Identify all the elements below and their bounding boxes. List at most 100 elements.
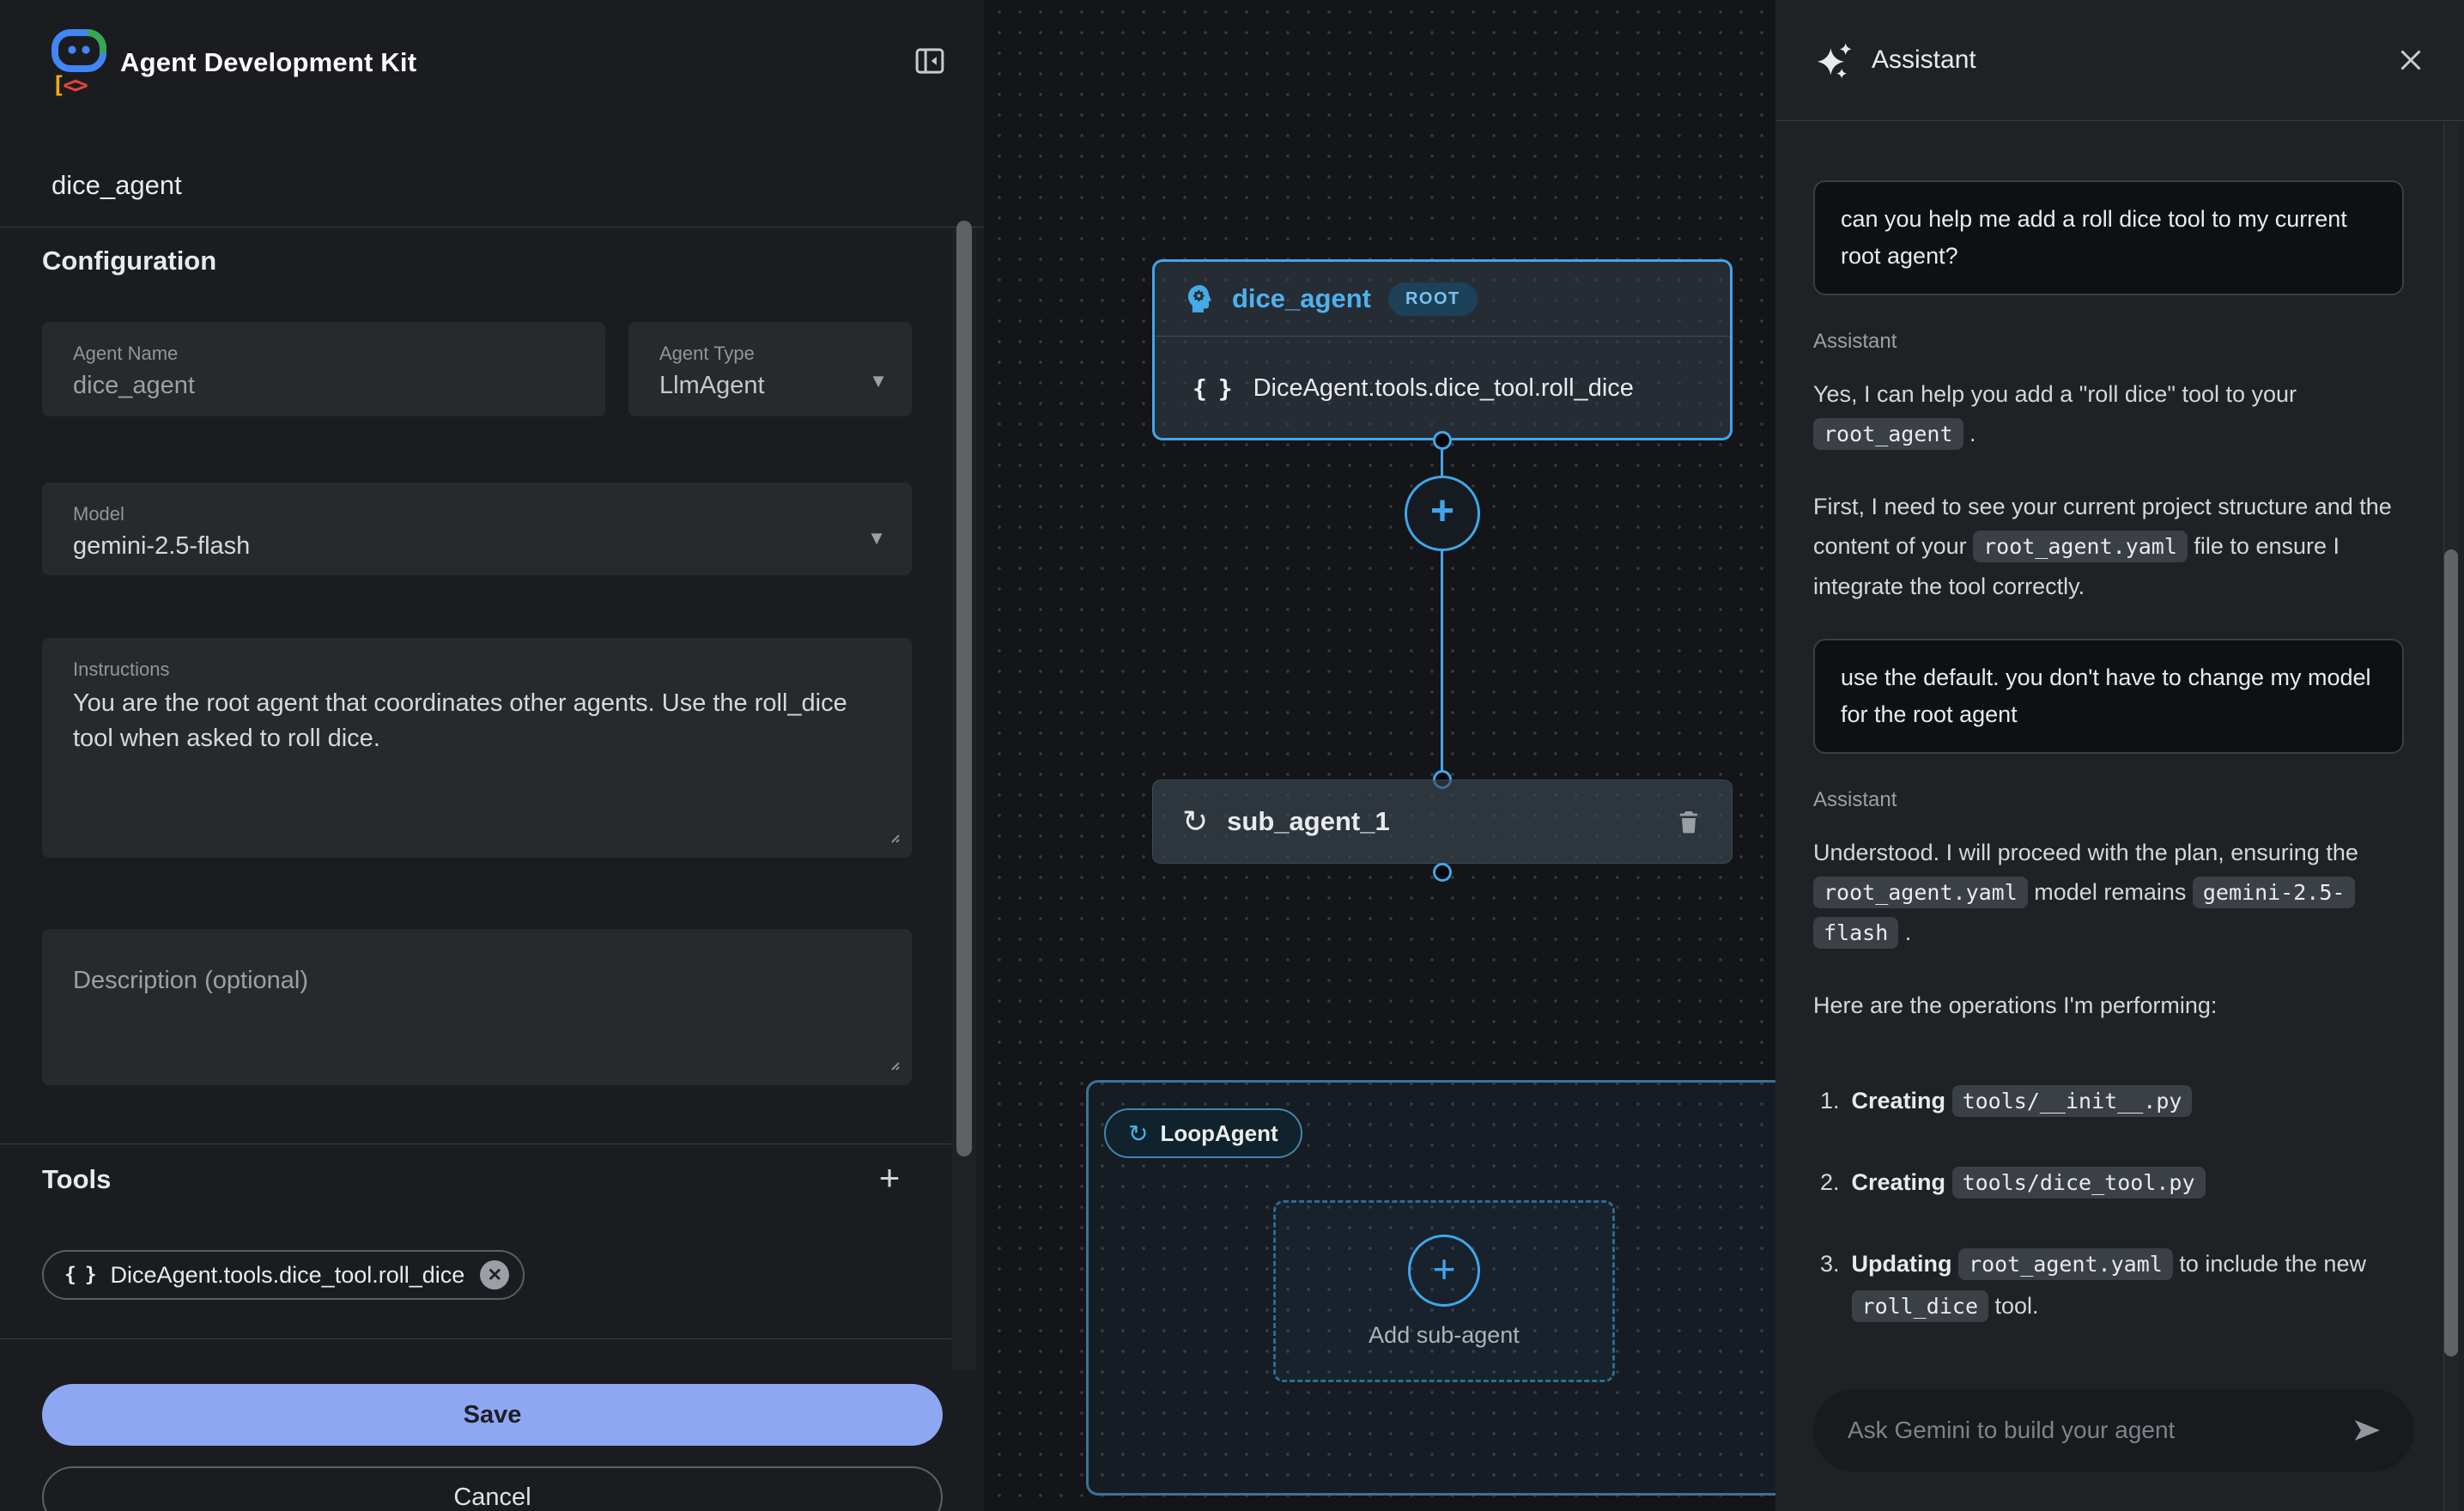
assistant-paragraph: First, I need to see your current projec… bbox=[1813, 487, 2404, 606]
divider bbox=[0, 227, 984, 228]
tools-section-title: Tools bbox=[42, 1164, 111, 1195]
assistant-panel: Assistant can you help me add a roll dic… bbox=[1775, 0, 2464, 1511]
assistant-label: Assistant bbox=[1813, 788, 2404, 812]
cancel-button[interactable]: Cancel bbox=[42, 1466, 943, 1511]
loop-agent-badge-label: LoopAgent bbox=[1160, 1120, 1278, 1147]
ask-gemini-input[interactable]: Ask Gemini to build your agent bbox=[1813, 1389, 2414, 1472]
instructions-value[interactable]: You are the root agent that coordinates … bbox=[73, 686, 883, 756]
model-label: Model bbox=[73, 503, 124, 525]
inline-code-chip: roll_dice bbox=[1852, 1290, 1988, 1322]
text-run: model remains bbox=[2028, 879, 2193, 905]
agent-graph-canvas[interactable]: dice_agent ROOT { } DiceAgent.tools.dice… bbox=[984, 0, 1775, 1511]
sub-agent-title: sub_agent_1 bbox=[1227, 806, 1390, 837]
plus-icon: + bbox=[1433, 1246, 1456, 1292]
root-badge: ROOT bbox=[1388, 282, 1478, 316]
delete-sub-agent-icon[interactable] bbox=[1675, 808, 1702, 835]
collapse-panel-icon[interactable] bbox=[910, 41, 950, 81]
text-run: . bbox=[1963, 421, 1976, 446]
resize-handle-icon[interactable] bbox=[886, 1057, 901, 1077]
add-agent-on-edge-button[interactable]: + bbox=[1405, 476, 1480, 551]
close-icon[interactable] bbox=[2395, 45, 2426, 76]
inline-code-chip: root_agent bbox=[1813, 418, 1963, 450]
ask-gemini-placeholder: Ask Gemini to build your agent bbox=[1848, 1417, 2175, 1444]
sub-agent-output-port[interactable] bbox=[1433, 863, 1452, 882]
configuration-section-title: Configuration bbox=[42, 246, 216, 276]
user-message: can you help me add a roll dice tool to … bbox=[1813, 180, 2404, 295]
bold-text: Creating bbox=[1852, 1088, 1946, 1114]
text-run: Yes, I can help you add a "roll dice" to… bbox=[1813, 381, 2297, 407]
text-run bbox=[1945, 1088, 1952, 1114]
text-run: tool. bbox=[1988, 1293, 2039, 1319]
bold-text: Updating bbox=[1852, 1251, 1952, 1277]
description-textarea[interactable]: Description (optional) bbox=[42, 929, 912, 1085]
root-node-tool-row[interactable]: { } DiceAgent.tools.dice_tool.roll_dice bbox=[1155, 337, 1730, 440]
inline-code-chip: tools/dice_tool.py bbox=[1952, 1167, 2206, 1198]
list-item: 2. Creating tools/dice_tool.py bbox=[1813, 1162, 2404, 1204]
description-placeholder: Description (optional) bbox=[73, 967, 308, 995]
send-icon[interactable] bbox=[2351, 1414, 2383, 1447]
text-run bbox=[1945, 1169, 1952, 1195]
assistant-paragraph: Here are the operations I'm performing: bbox=[1813, 986, 2404, 1025]
model-value: gemini-2.5-flash bbox=[73, 532, 250, 561]
assistant-scrollbar-thumb[interactable] bbox=[2444, 549, 2458, 1356]
agent-type-value: LlmAgent bbox=[659, 372, 765, 400]
text-run: . bbox=[1898, 919, 1911, 945]
chevron-down-icon: ▼ bbox=[869, 370, 888, 392]
assistant-paragraph: Understood. I will proceed with the plan… bbox=[1813, 833, 2404, 953]
model-select[interactable]: Model gemini-2.5-flash ▼ bbox=[42, 482, 912, 575]
root-agent-node[interactable]: dice_agent ROOT { } DiceAgent.tools.dice… bbox=[1152, 259, 1733, 440]
text-run: Understood. I will proceed with the plan… bbox=[1813, 840, 2358, 865]
inline-code-chip: root_agent.yaml bbox=[1973, 531, 2188, 562]
braces-icon: { } bbox=[1193, 374, 1231, 403]
root-node-header: dice_agent ROOT bbox=[1155, 262, 1730, 337]
tool-chip-label: DiceAgent.tools.dice_tool.roll_dice bbox=[111, 1262, 465, 1289]
list-number: 3. bbox=[1813, 1243, 1840, 1327]
add-sub-agent-label: Add sub-agent bbox=[1369, 1322, 1520, 1349]
configuration-panel: [<> Agent Development Kit dice_agent Con… bbox=[0, 0, 984, 1511]
agent-type-label: Agent Type bbox=[659, 343, 755, 365]
agent-name-value[interactable]: dice_agent bbox=[73, 372, 195, 400]
sparkle-icon bbox=[1815, 41, 1853, 79]
assistant-label: Assistant bbox=[1813, 330, 2404, 354]
robot-head-icon bbox=[50, 27, 110, 72]
psychology-head-icon bbox=[1182, 282, 1215, 315]
instructions-textarea[interactable]: Instructions You are the root agent that… bbox=[42, 638, 912, 858]
tool-chip[interactable]: { } DiceAgent.tools.dice_tool.roll_dice … bbox=[42, 1250, 525, 1300]
loop-agent-badge[interactable]: ↻ LoopAgent bbox=[1104, 1108, 1302, 1158]
left-panel-scrollbar-thumb[interactable] bbox=[956, 221, 972, 1156]
agent-name-label: Agent Name bbox=[73, 343, 178, 365]
assistant-header: Assistant bbox=[1775, 0, 2464, 121]
agent-name-field[interactable]: Agent Name dice_agent bbox=[42, 322, 605, 416]
text-run bbox=[1952, 1251, 1959, 1277]
add-tool-button[interactable]: + bbox=[867, 1156, 912, 1200]
add-sub-agent-plus-icon[interactable]: + bbox=[1408, 1235, 1480, 1307]
loop-agent-group[interactable]: ↻ LoopAgent + Add sub-agent bbox=[1086, 1080, 1775, 1496]
list-number: 2. bbox=[1813, 1162, 1840, 1204]
inline-code-chip: tools/__init__.py bbox=[1952, 1085, 2193, 1117]
root-node-output-port[interactable] bbox=[1433, 431, 1452, 450]
assistant-title: Assistant bbox=[1872, 46, 1976, 75]
adk-robot-logo-icon: [<> bbox=[50, 27, 110, 100]
operations-list: 1. Creating tools/__init__.py 2. Creating t… bbox=[1813, 1080, 2404, 1327]
agent-development-kit-app: [<> Agent Development Kit dice_agent Con… bbox=[0, 0, 2464, 1511]
sub-agent-node[interactable]: ↻ sub_agent_1 bbox=[1152, 780, 1733, 864]
list-content: Creating tools/dice_tool.py bbox=[1852, 1162, 2404, 1204]
add-sub-agent-dropzone[interactable]: + Add sub-agent bbox=[1273, 1200, 1615, 1382]
root-node-title: dice_agent bbox=[1232, 283, 1371, 314]
app-title: Agent Development Kit bbox=[120, 47, 416, 78]
inline-code-chip: root_agent.yaml bbox=[1958, 1248, 2173, 1280]
chat-messages[interactable]: can you help me add a roll dice tool to … bbox=[1775, 122, 2464, 1511]
list-number: 1. bbox=[1813, 1080, 1840, 1122]
remove-tool-icon[interactable]: ✕ bbox=[480, 1260, 509, 1290]
inline-code-chip: root_agent.yaml bbox=[1813, 877, 2028, 908]
list-item: 3. Updating root_agent.yaml to include th… bbox=[1813, 1243, 2404, 1327]
list-content: Creating tools/__init__.py bbox=[1852, 1080, 2404, 1122]
resize-handle-icon[interactable] bbox=[886, 829, 901, 849]
text-run: to include the new bbox=[2173, 1251, 2366, 1277]
braces-icon: { } bbox=[64, 1264, 95, 1286]
agent-type-select[interactable]: Agent Type LlmAgent ▼ bbox=[628, 322, 912, 416]
save-button[interactable]: Save bbox=[42, 1384, 943, 1446]
root-node-tool-label: DiceAgent.tools.dice_tool.roll_dice bbox=[1253, 374, 1634, 403]
loop-icon: ↻ bbox=[1128, 1120, 1148, 1148]
plus-icon: + bbox=[1430, 488, 1454, 535]
